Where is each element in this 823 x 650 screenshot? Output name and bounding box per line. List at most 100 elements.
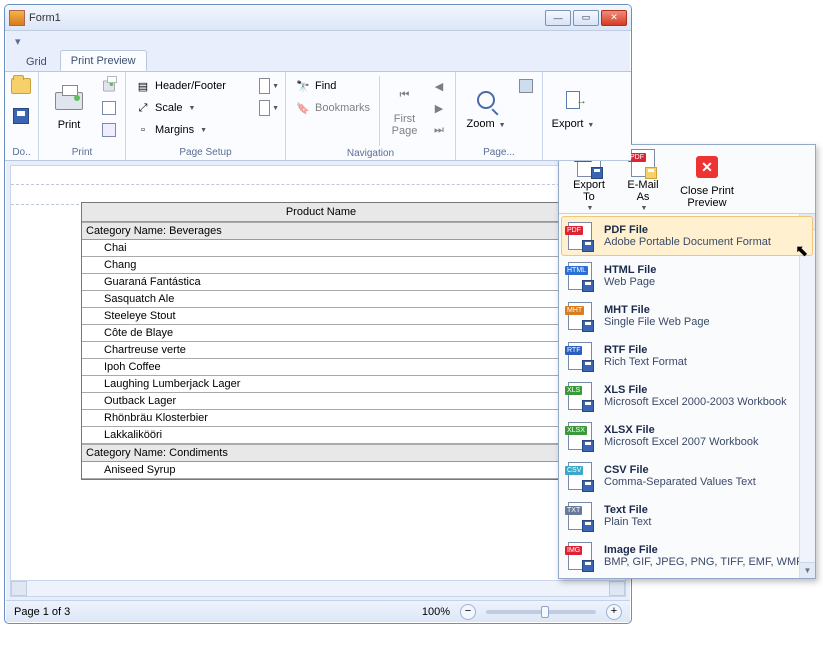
maximize-button[interactable]: ▭ [573, 10, 599, 26]
header-footer-icon: ▤ [135, 78, 151, 94]
size-button[interactable]: ▼ [259, 98, 279, 118]
table-row: Chang [82, 257, 560, 274]
export-item-xls[interactable]: XLSXLS FileMicrosoft Excel 2000-2003 Wor… [561, 376, 813, 416]
export-item-title: XLSX File [604, 424, 758, 436]
export-item-txt[interactable]: TXTText FilePlain Text [561, 496, 813, 536]
first-page-button[interactable]: ⏮ First Page [386, 76, 423, 140]
export-item-desc: Microsoft Excel 2007 Workbook [604, 436, 758, 448]
tab-grid[interactable]: Grid [15, 51, 58, 71]
quick-access-toolbar[interactable]: ▾ [5, 31, 631, 49]
prev-page-button[interactable]: ◀ [429, 76, 449, 96]
printer-icon [55, 92, 83, 110]
close-icon: ✕ [696, 156, 718, 178]
chevron-down-icon: ▼ [272, 83, 279, 90]
scale-button[interactable]: ⤢Scale▼ [132, 98, 253, 118]
export-item-title: CSV File [604, 464, 756, 476]
print-button[interactable]: Print [45, 76, 93, 140]
group-print-label: Print [45, 145, 119, 160]
separator [379, 76, 380, 146]
group-header: Category Name: Beverages [82, 222, 560, 240]
export-item-desc: Adobe Portable Document Format [604, 236, 771, 248]
bookmarks-button[interactable]: 🔖Bookmarks [292, 98, 373, 118]
printer-icon [103, 81, 115, 92]
export-item-desc: Web Page [604, 276, 656, 288]
margins-button[interactable]: ▫Margins▼ [132, 120, 253, 140]
scale-icon: ⤢ [135, 100, 151, 116]
close-button[interactable]: ✕ [601, 10, 627, 26]
close-preview-button[interactable]: ✕ Close Print Preview [671, 149, 743, 211]
file-icon: PDF [568, 222, 596, 250]
next-page-button[interactable]: ▶ [429, 98, 449, 118]
zoom-in-button[interactable]: + [606, 604, 622, 620]
zoom-out-button[interactable]: − [460, 604, 476, 620]
group-header: Category Name: Condiments [82, 444, 560, 462]
export-item-title: RTF File [604, 344, 687, 356]
export-item-title: HTML File [604, 264, 656, 276]
watermark-button[interactable] [99, 120, 119, 140]
window-title: Form1 [29, 12, 545, 24]
ribbon: Do.. Print Print ▤Header/Footer [5, 71, 631, 161]
group-pagesetup-label: Page Setup [132, 145, 279, 160]
file-icon: CSV [568, 462, 596, 490]
export-item-html[interactable]: HTML HTML FileWeb Page [561, 256, 813, 296]
watermark-icon [102, 123, 116, 137]
export-icon [566, 91, 580, 109]
export-item-pdf[interactable]: PDFPDF FileAdobe Portable Document Forma… [561, 216, 813, 256]
column-header: Product Name [82, 203, 560, 222]
app-window: Form1 — ▭ ✕ ▾ Grid Print Preview Do.. [4, 4, 632, 624]
pages-icon [519, 79, 533, 93]
export-item-desc: Rich Text Format [604, 356, 687, 368]
file-icon: TXT [568, 502, 596, 530]
chevron-down-icon: ▼ [272, 105, 279, 112]
group-navigation-label: Navigation [292, 146, 449, 161]
qat-customize-icon[interactable]: ▾ [15, 35, 25, 45]
titlebar[interactable]: Form1 — ▭ ✕ [5, 5, 631, 31]
zoom-thumb[interactable] [541, 606, 549, 618]
status-bar: Page 1 of 3 100% − + [6, 600, 630, 622]
group-zoom-label: Page... [462, 145, 536, 160]
preview-area[interactable]: Product NameCategory Name: BeveragesChai… [10, 165, 626, 597]
export-item-img[interactable]: IMGImage FileBMP, GIF, JPEG, PNG, TIFF, … [561, 536, 813, 576]
chevron-down-icon: ▼ [585, 122, 594, 129]
many-pages-button[interactable] [516, 76, 536, 96]
export-item-rtf[interactable]: RTFRTF FileRich Text Format [561, 336, 813, 376]
email-as-icon: PDF [631, 149, 655, 177]
last-page-button[interactable]: ⏭ [429, 120, 449, 140]
file-icon: HTML [568, 262, 596, 290]
page-indicator: Page 1 of 3 [14, 606, 70, 618]
folder-icon [11, 78, 31, 94]
export-item-mht[interactable]: MHTMHT FileSingle File Web Page [561, 296, 813, 336]
prev-icon: ◀ [435, 80, 443, 93]
quick-print-button[interactable] [99, 76, 119, 96]
minimize-button[interactable]: — [545, 10, 571, 26]
header-footer-button[interactable]: ▤Header/Footer [132, 76, 253, 96]
horizontal-scrollbar[interactable] [11, 580, 625, 596]
table-row: Chartreuse verte [82, 342, 560, 359]
scroll-left-button[interactable] [11, 581, 27, 596]
find-button[interactable]: 🔭Find [292, 76, 373, 96]
save-button[interactable] [11, 106, 31, 126]
scroll-right-button[interactable] [609, 581, 625, 596]
table-row: Ipoh Coffee [82, 359, 560, 376]
chevron-down-icon: ▼ [587, 205, 594, 212]
export-item-desc: Single File Web Page [604, 316, 710, 328]
last-icon: ⏭ [434, 124, 444, 137]
zoom-slider[interactable] [486, 610, 596, 614]
scroll-down-button[interactable]: ▼ [800, 562, 815, 578]
export-button[interactable]: Export ▼ [549, 76, 597, 140]
chevron-down-icon: ▼ [641, 205, 648, 212]
export-item-csv[interactable]: CSV CSV FileComma-Separated Values Text [561, 456, 813, 496]
export-item-desc: Comma-Separated Values Text [604, 476, 756, 488]
zoom-button[interactable]: Zoom ▼ [462, 76, 510, 140]
page-size-icon [259, 100, 270, 116]
tab-print-preview[interactable]: Print Preview [60, 50, 147, 71]
app-icon [9, 10, 25, 26]
export-item-xlsx[interactable]: XLSXXLSX FileMicrosoft Excel 2007 Workbo… [561, 416, 813, 456]
popup-scrollbar[interactable]: ▲ ▼ [799, 214, 815, 578]
table-row: Guaraná Fantástica [82, 274, 560, 291]
export-format-list: ▲ ▼ PDFPDF FileAdobe Portable Document F… [559, 214, 815, 578]
open-button[interactable] [11, 76, 31, 96]
print-options-button[interactable] [99, 98, 119, 118]
orientation-button[interactable]: ▼ [259, 76, 279, 96]
orientation-icon [259, 78, 270, 94]
